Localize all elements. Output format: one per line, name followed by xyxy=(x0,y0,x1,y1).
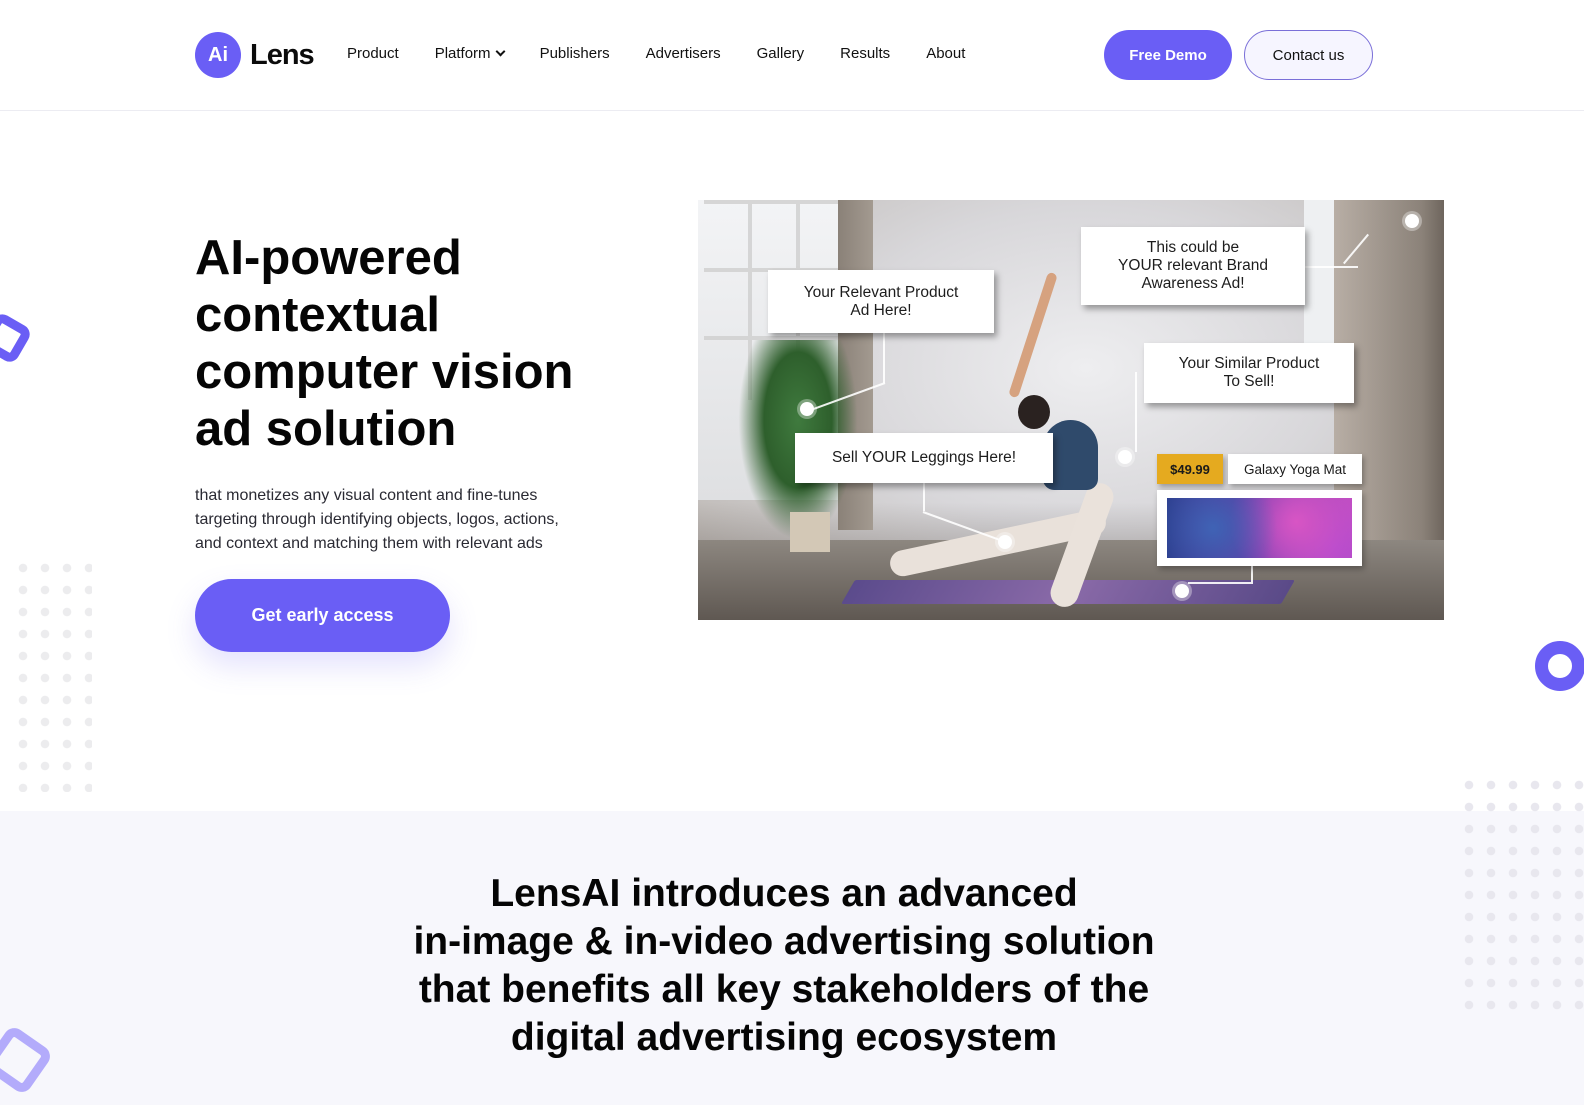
ad-text: Ad Here! xyxy=(850,301,912,319)
person-head xyxy=(1018,395,1050,429)
decorative-rounded-square xyxy=(0,310,34,366)
nav-about[interactable]: About xyxy=(926,45,965,62)
nav-label: Publishers xyxy=(539,45,610,62)
intro-title-line: digital advertising ecosystem xyxy=(510,1016,1058,1059)
ad-text: Your Relevant Product xyxy=(803,283,959,301)
get-early-access-button[interactable]: Get early access xyxy=(195,579,450,652)
nav-gallery[interactable]: Gallery xyxy=(757,45,805,62)
ad-placeholder-leggings[interactable]: Sell YOUR Leggings Here! xyxy=(795,433,1053,483)
ad-placeholder-similar-product[interactable]: Your Similar Product To Sell! xyxy=(1144,343,1354,403)
free-demo-button[interactable]: Free Demo xyxy=(1104,30,1232,80)
product-card[interactable] xyxy=(1157,490,1362,566)
nav-label: Advertisers xyxy=(645,45,721,62)
contact-us-button[interactable]: Contact us xyxy=(1244,30,1373,80)
connector-line xyxy=(1135,372,1137,452)
ad-text: Sell YOUR Leggings Here! xyxy=(831,449,1017,466)
hero-subtitle: that monetizes any visual content and fi… xyxy=(195,484,625,556)
connector-line xyxy=(883,333,885,383)
ad-text: To Sell! xyxy=(1223,373,1275,390)
site-header: Ai Lens Product Platform Publishers Adve… xyxy=(0,0,1584,111)
hero-subtitle-line: targeting through identifying objects, l… xyxy=(195,511,559,528)
ad-text: Your Similar Product xyxy=(1178,355,1320,372)
logo-badge: Ai xyxy=(195,32,241,78)
nav-product[interactable]: Product xyxy=(347,45,399,62)
nav-label: Platform xyxy=(434,45,491,62)
hero-title-line: computer vision xyxy=(195,345,574,399)
intro-title-line: that benefits all key stakeholders of th… xyxy=(418,968,1150,1011)
decorative-ring xyxy=(1535,641,1584,691)
nav-label: Product xyxy=(347,45,399,62)
hotspot-marker[interactable] xyxy=(1175,584,1189,598)
intro-title-line: in-image & in-video advertising solution xyxy=(413,920,1155,963)
main-nav: Product Platform Publishers Advertisers … xyxy=(347,45,1001,62)
intro-title-line: LensAI introduces an advanced xyxy=(490,872,1078,915)
hero-subtitle-line: and context and matching them with relev… xyxy=(195,535,543,552)
nav-label: About xyxy=(926,45,966,62)
hero-subtitle-line: that monetizes any visual content and fi… xyxy=(195,487,538,504)
logo[interactable]: Ai Lens xyxy=(195,32,315,78)
logo-text: Lens xyxy=(250,38,315,71)
ad-text: Awareness Ad! xyxy=(1141,275,1245,292)
product-name-label: Galaxy Yoga Mat xyxy=(1228,454,1362,484)
hero-title: AI-powered contextual computer vision ad… xyxy=(195,230,625,458)
nav-publishers[interactable]: Publishers xyxy=(540,45,610,62)
connector-line xyxy=(1305,266,1358,268)
hotspot-marker[interactable] xyxy=(800,402,814,416)
galaxy-yoga-mat-image xyxy=(1167,498,1352,558)
nav-label: Results xyxy=(840,45,891,62)
hero-title-line: AI-powered xyxy=(195,231,462,285)
connector-line xyxy=(1188,582,1253,584)
ad-text: YOUR relevant Brand xyxy=(1118,257,1268,274)
hotspot-marker[interactable] xyxy=(1118,450,1132,464)
hero-title-line: contextual xyxy=(195,288,441,342)
nav-advertisers[interactable]: Advertisers xyxy=(646,45,721,62)
intro-section-title: LensAI introduces an advanced in-image &… xyxy=(0,870,1568,1062)
ad-text: This could be xyxy=(1146,239,1240,256)
nav-platform[interactable]: Platform xyxy=(434,45,506,62)
scene-plant-pot xyxy=(790,512,830,552)
hero-title-line: ad solution xyxy=(195,402,457,456)
connector-line xyxy=(923,483,925,511)
nav-results[interactable]: Results xyxy=(840,45,890,62)
product-price-tag: $49.99 xyxy=(1157,454,1223,484)
ad-placeholder-brand-awareness[interactable]: This could be YOUR relevant Brand Awarenes… xyxy=(1081,227,1305,305)
connector-line xyxy=(1251,566,1253,582)
chevron-down-icon xyxy=(495,46,506,57)
ad-placeholder-product[interactable]: Your Relevant Product Ad Here! xyxy=(768,270,994,333)
person-arm xyxy=(1008,271,1058,399)
decorative-dot-grid-left xyxy=(12,557,92,792)
hotspot-marker[interactable] xyxy=(1405,214,1419,228)
hero-demo-image: Your Relevant Product Ad Here! This could… xyxy=(698,200,1444,620)
hotspot-marker[interactable] xyxy=(998,535,1012,549)
nav-label: Gallery xyxy=(756,45,805,62)
